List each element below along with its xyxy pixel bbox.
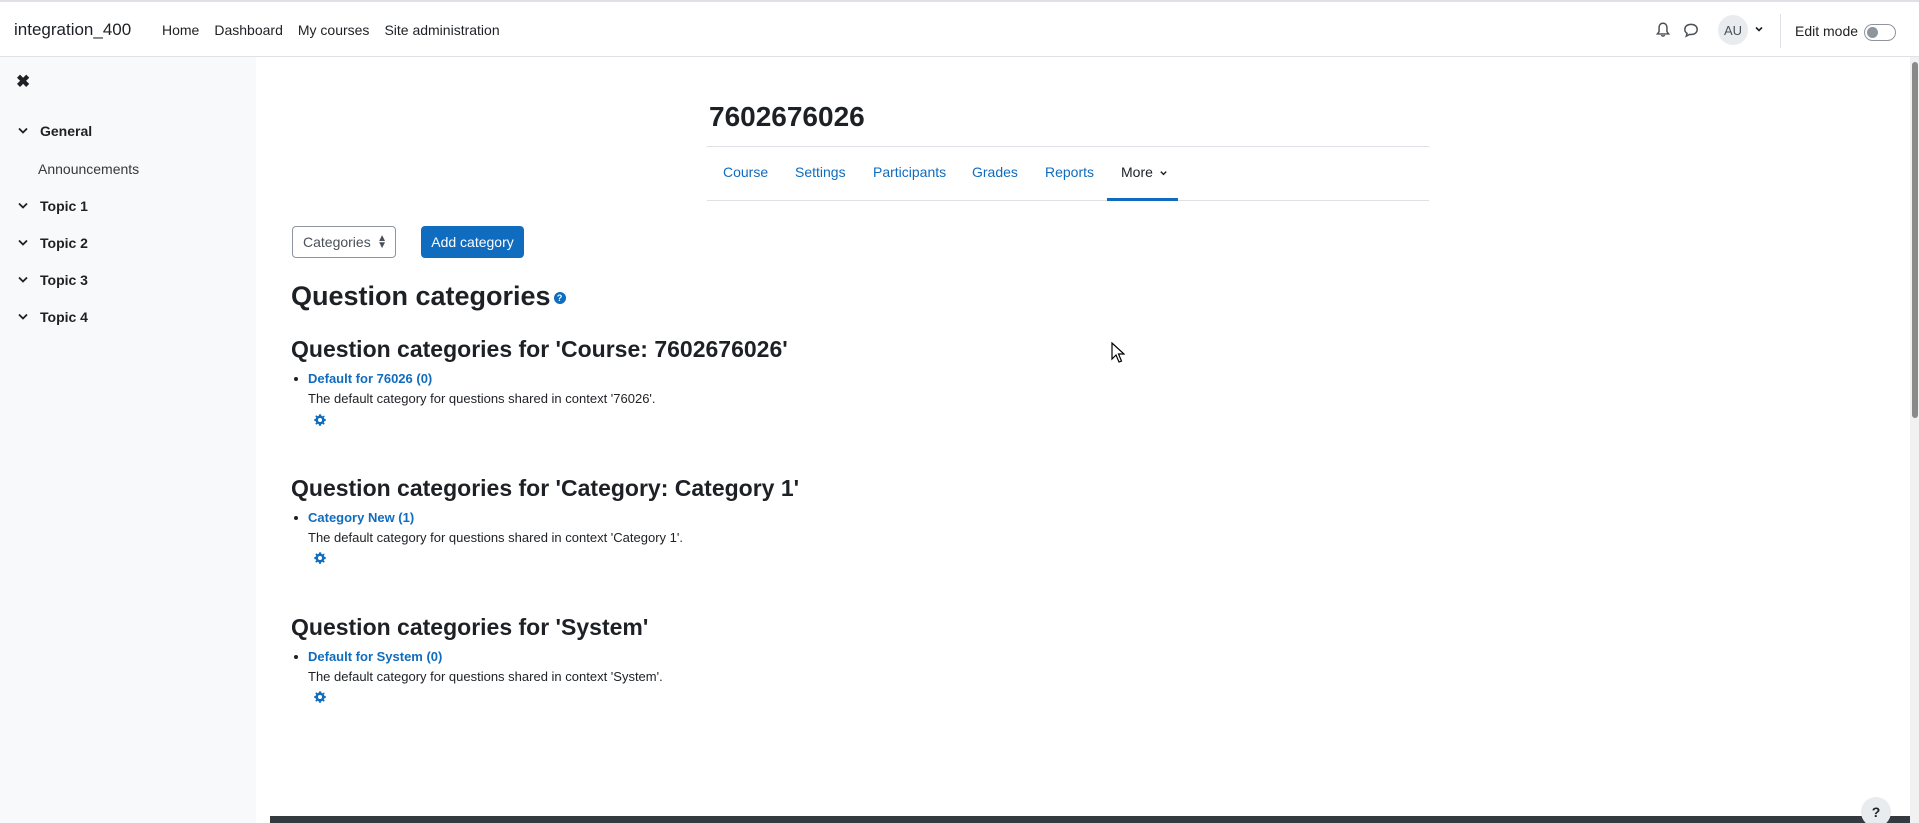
site-brand[interactable]: integration_400 [14,20,131,40]
user-avatar[interactable]: AU [1718,15,1748,45]
chevron-down-icon [1160,171,1167,176]
tab-grades[interactable]: Grades [972,164,1018,180]
scrollbar-thumb[interactable] [1912,62,1918,418]
nav-site-administration[interactable]: Site administration [384,22,499,38]
drawer-section-label[interactable]: Topic 4 [40,309,88,325]
course-index-drawer: ✖ General Announcements Topic 1 Topic 2 … [0,57,256,823]
active-tab-indicator [1107,198,1178,201]
help-icon[interactable]: ? [553,291,566,304]
page-title: Question categories ? [291,281,566,312]
question-bank-select[interactable]: Categories ▲ ▼ [292,226,396,258]
drawer-section-label[interactable]: Topic 2 [40,235,88,251]
context-heading-course: Question categories for 'Course: 7602676… [291,336,788,362]
category-description: The default category for questions share… [308,530,683,545]
drawer-section-label[interactable]: General [40,123,92,139]
tab-settings[interactable]: Settings [795,164,846,180]
nav-dashboard[interactable]: Dashboard [214,22,283,38]
list-bullet [294,377,298,381]
chevron-down-icon[interactable] [16,238,30,248]
course-secondary-navigation: Course Settings Participants Grades Repo… [707,146,1429,201]
navbar-divider [1780,14,1781,48]
chevron-down-icon[interactable] [16,126,30,136]
context-heading-category: Question categories for 'Category: Categ… [291,475,800,501]
gear-icon[interactable] [313,413,327,427]
category-link[interactable]: Default for 76026 (0) [308,371,432,386]
list-bullet [294,655,298,659]
edit-mode-label: Edit mode [1795,23,1859,39]
footer-bar [270,816,1910,823]
primary-navigation: Home Dashboard My courses Site administr… [162,22,515,38]
footer-help-button[interactable]: ? [1861,797,1891,823]
drawer-section-topic-1[interactable]: Topic 1 [16,198,88,214]
category-description: The default category for questions share… [308,391,656,406]
add-category-button[interactable]: Add category [421,226,524,258]
context-heading-system: Question categories for 'System' [291,614,649,640]
messages-chat-icon[interactable] [1682,21,1700,39]
chevron-down-icon[interactable] [16,201,30,211]
select-value: Categories [303,234,371,250]
drawer-section-topic-3[interactable]: Topic 3 [16,272,88,288]
chevron-down-icon[interactable] [1754,24,1764,34]
mouse-cursor-icon [1111,342,1125,363]
avatar-initials: AU [1723,22,1743,38]
nav-my-courses[interactable]: My courses [298,22,370,38]
category-link[interactable]: Default for System (0) [308,649,442,664]
gear-icon[interactable] [313,551,327,565]
tab-more-label: More [1121,164,1153,180]
notifications-bell-icon[interactable] [1654,21,1672,39]
close-icon[interactable]: ✖ [16,72,30,92]
list-bullet [294,516,298,520]
tab-course[interactable]: Course [723,164,768,180]
top-navbar: integration_400 Home Dashboard My course… [0,0,1919,57]
chevron-down-icon[interactable] [16,312,30,322]
tab-more[interactable]: More [1121,164,1168,180]
select-arrows-icon: ▲ ▼ [377,233,387,251]
drawer-section-topic-2[interactable]: Topic 2 [16,235,88,251]
nav-home[interactable]: Home [162,22,199,38]
drawer-item-announcements[interactable]: Announcements [38,161,139,177]
drawer-section-general[interactable]: General [16,123,92,139]
category-link[interactable]: Category New (1) [308,510,414,525]
drawer-section-topic-4[interactable]: Topic 4 [16,309,88,325]
drawer-section-label[interactable]: Topic 1 [40,198,88,214]
gear-icon[interactable] [313,690,327,704]
chevron-down-icon[interactable] [16,275,30,285]
drawer-section-label[interactable]: Topic 3 [40,272,88,288]
category-description: The default category for questions share… [308,669,663,684]
edit-mode-toggle[interactable] [1864,24,1896,41]
course-title: 7602676026 [709,101,865,132]
page-title-text: Question categories [291,281,551,311]
tab-reports[interactable]: Reports [1045,164,1094,180]
tab-participants[interactable]: Participants [873,164,946,180]
